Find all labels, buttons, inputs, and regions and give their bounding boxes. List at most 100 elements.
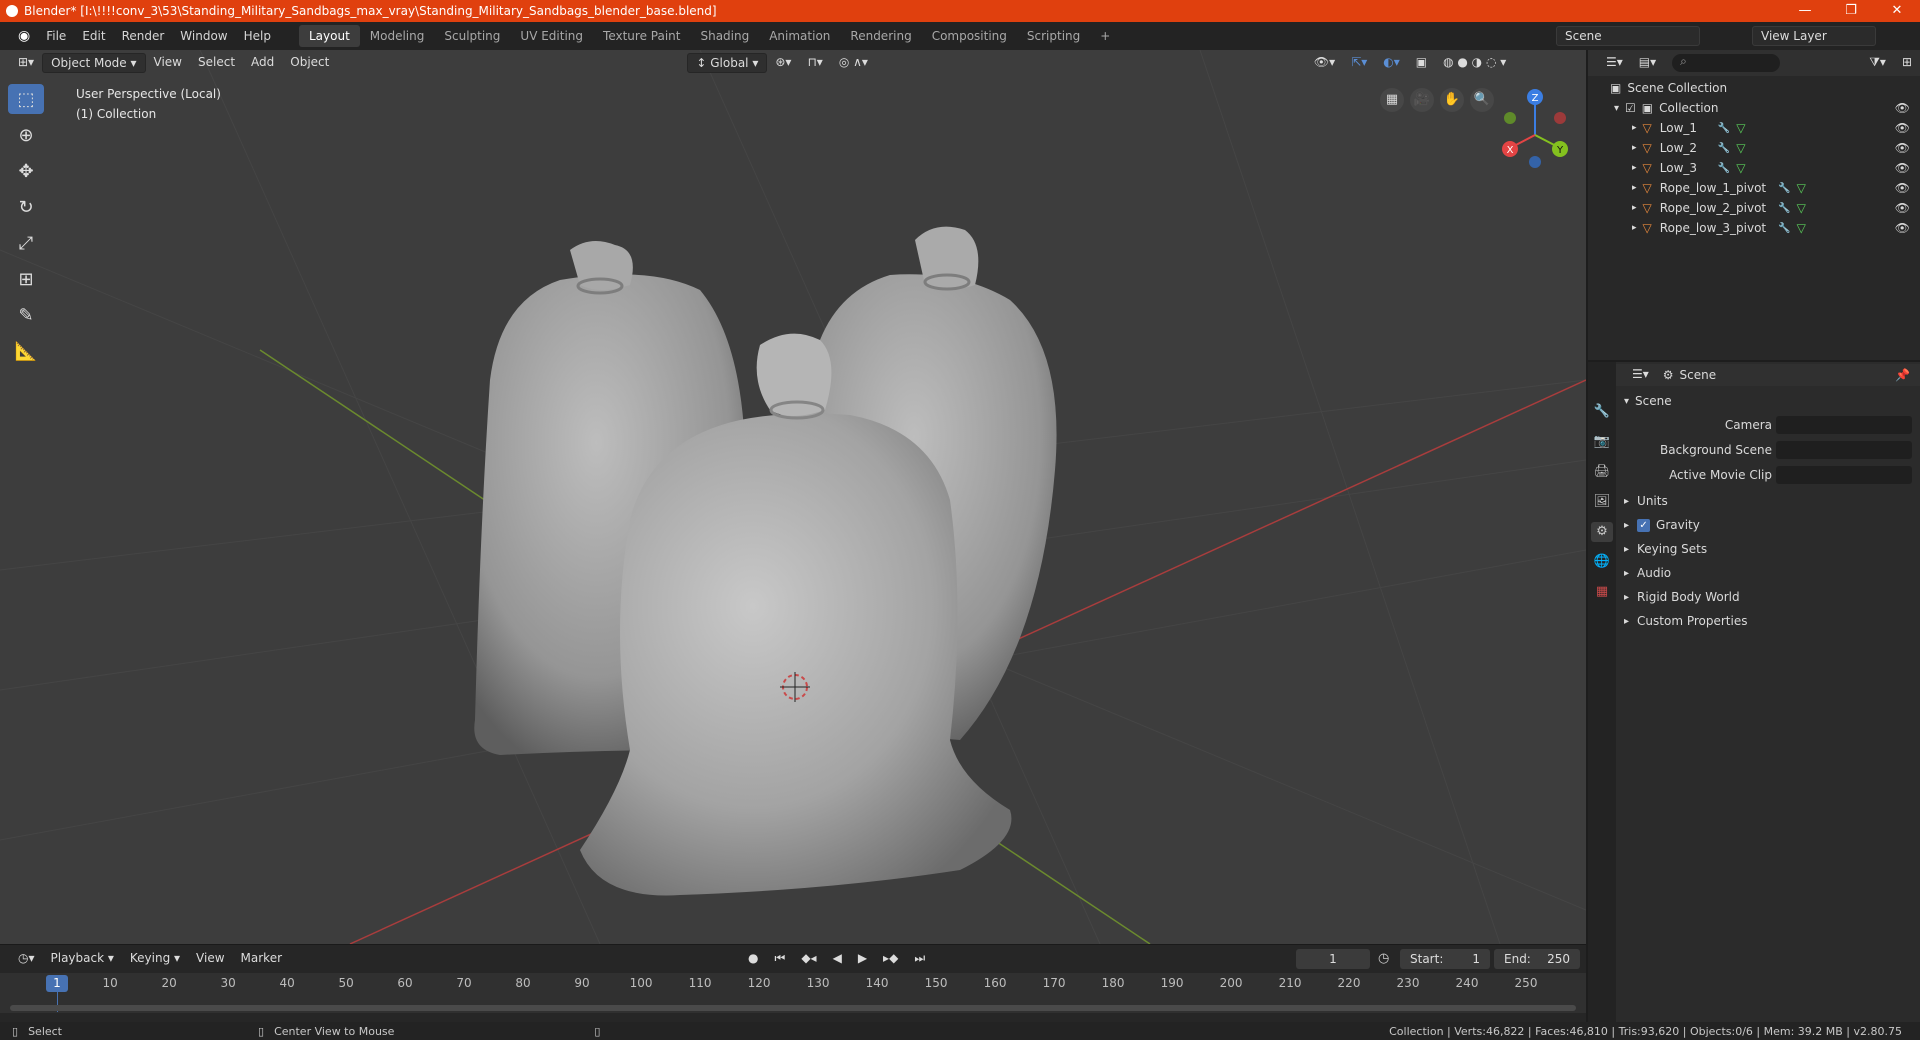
close-button[interactable]: ✕ xyxy=(1874,0,1920,22)
next-keyframe-icon[interactable]: ▸◆ xyxy=(875,949,906,969)
snap-icon[interactable]: ⊓▾ xyxy=(799,53,830,73)
restore-button[interactable]: ❐ xyxy=(1828,0,1874,22)
tab-animation[interactable]: Animation xyxy=(759,25,840,47)
modifier-icon[interactable]: 🔧 xyxy=(1718,123,1730,134)
expand-chevron-icon[interactable]: ▸ xyxy=(1632,163,1637,173)
viewport-menu-select[interactable]: Select xyxy=(190,53,243,73)
mesh-data-icon[interactable]: ▽ xyxy=(1736,141,1745,155)
viewport-menu-view[interactable]: View xyxy=(146,53,190,73)
blender-menu-icon[interactable]: ◉ xyxy=(10,28,38,44)
tab-shading[interactable]: Shading xyxy=(690,25,759,47)
annotate-tool-icon[interactable]: ✎ xyxy=(8,300,44,330)
keying-sets-panel[interactable]: ▸ Keying Sets xyxy=(1616,538,1920,560)
visibility-eye-icon[interactable]: 👁 xyxy=(1895,181,1910,195)
3d-viewport[interactable]: Z Y X ⊞▾ Object Mode ▾ View Select Add O… xyxy=(0,50,1586,944)
output-tab-icon[interactable]: 🖨 xyxy=(1591,462,1613,482)
collection-row[interactable]: ▾ ☑ ▣ Collection 👁 xyxy=(1588,98,1920,118)
expand-chevron-icon[interactable]: ▸ xyxy=(1632,223,1637,233)
move-tool-icon[interactable]: ✥ xyxy=(8,156,44,186)
scale-tool-icon[interactable]: ⤢ xyxy=(8,228,44,258)
menu-file[interactable]: File xyxy=(38,29,74,43)
view-layer-tab-icon[interactable]: 🖼 xyxy=(1591,492,1613,512)
menu-render[interactable]: Render xyxy=(114,29,173,43)
transform-tool-icon[interactable]: ⊞ xyxy=(8,264,44,294)
menu-window[interactable]: Window xyxy=(172,29,235,43)
new-collection-icon[interactable]: ⊞ xyxy=(1894,53,1920,73)
mesh-data-icon[interactable]: ▽ xyxy=(1797,221,1806,235)
timeline-menu-marker[interactable]: Marker xyxy=(233,949,290,969)
shading-modes-icon[interactable]: ◍ ● ◑ ◌ ▾ xyxy=(1435,53,1514,73)
world-tab-icon[interactable]: 🌐 xyxy=(1591,552,1613,572)
tab-modeling[interactable]: Modeling xyxy=(360,25,435,47)
mode-selector[interactable]: Object Mode ▾ xyxy=(42,53,146,73)
visibility-eye-icon[interactable]: 👁 xyxy=(1895,201,1910,215)
rotate-tool-icon[interactable]: ↻ xyxy=(8,192,44,222)
expand-chevron-icon[interactable]: ▸ xyxy=(1632,143,1637,153)
timeline-menu-playback[interactable]: Playback ▾ xyxy=(43,949,122,969)
minimize-button[interactable]: — xyxy=(1782,0,1828,22)
visibility-eye-icon[interactable]: 👁 xyxy=(1895,121,1910,135)
xray-icon[interactable]: ▣ xyxy=(1408,53,1435,73)
pan-view-icon[interactable]: ✋ xyxy=(1440,88,1464,112)
outliner-editor-type-icon[interactable]: ☰▾ xyxy=(1598,53,1631,73)
tab-uv-editing[interactable]: UV Editing xyxy=(510,25,593,47)
pivot-icon[interactable]: ⊛▾ xyxy=(767,53,799,73)
modifier-icon[interactable]: 🔧 xyxy=(1778,183,1790,194)
camera-field[interactable] xyxy=(1776,416,1912,434)
jump-end-icon[interactable]: ⏭ xyxy=(906,949,933,969)
overlay-toggle-icon[interactable]: ◐▾ xyxy=(1375,53,1408,73)
outliner-object-row[interactable]: ▸ ▽ Rope_low_1_pivot 🔧 ▽ 👁 xyxy=(1588,178,1920,198)
editor-type-icon[interactable]: ⊞▾ xyxy=(10,53,42,73)
play-icon[interactable]: ▶ xyxy=(850,949,875,969)
zoom-view-icon[interactable]: 🔍 xyxy=(1470,88,1494,112)
ortho-toggle-icon[interactable]: ▦ xyxy=(1380,88,1404,112)
play-reverse-icon[interactable]: ◀ xyxy=(825,949,850,969)
viewport-menu-object[interactable]: Object xyxy=(282,53,337,73)
scene-collection-row[interactable]: ▣ Scene Collection xyxy=(1588,78,1920,98)
pin-icon[interactable]: 📌 xyxy=(1895,368,1910,382)
measure-tool-icon[interactable]: 📐 xyxy=(8,336,44,366)
proportional-edit-icon[interactable]: ◎ ∧▾ xyxy=(831,53,876,73)
orientation-selector[interactable]: ↕ Global ▾ xyxy=(687,53,768,73)
gravity-checkbox[interactable]: ✓ xyxy=(1637,518,1651,532)
outliner-search-input[interactable]: ⌕ xyxy=(1672,54,1781,72)
gizmo-toggle-icon[interactable]: ⇱▾ xyxy=(1343,53,1375,73)
clock-icon[interactable]: ◷ xyxy=(1378,951,1389,966)
mesh-data-icon[interactable]: ▽ xyxy=(1736,161,1745,175)
scene-panel-header[interactable]: ▾ Scene xyxy=(1616,390,1920,412)
record-icon[interactable]: ● xyxy=(740,949,766,969)
active-movie-clip-field[interactable] xyxy=(1776,466,1912,484)
modifier-icon[interactable]: 🔧 xyxy=(1718,143,1730,154)
prev-keyframe-icon[interactable]: ◆◂ xyxy=(793,949,824,969)
gravity-panel[interactable]: ▸ ✓ Gravity xyxy=(1616,514,1920,536)
viewport-menu-add[interactable]: Add xyxy=(243,53,282,73)
modifier-icon[interactable]: 🔧 xyxy=(1778,223,1790,234)
outliner-object-row[interactable]: ▸ ▽ Low_1 🔧 ▽ 👁 xyxy=(1588,118,1920,138)
visibility-eye-icon[interactable]: 👁 xyxy=(1895,161,1910,175)
mesh-data-icon[interactable]: ▽ xyxy=(1797,181,1806,195)
mesh-data-icon[interactable]: ▽ xyxy=(1797,201,1806,215)
texture-tab-icon[interactable]: ▦ xyxy=(1591,582,1613,602)
audio-panel[interactable]: ▸ Audio xyxy=(1616,562,1920,584)
tab-layout[interactable]: Layout xyxy=(298,25,360,47)
menu-edit[interactable]: Edit xyxy=(74,29,113,43)
camera-view-icon[interactable]: 🎥 xyxy=(1410,88,1434,112)
units-panel[interactable]: ▸ Units xyxy=(1616,490,1920,512)
expand-chevron-icon[interactable]: ▸ xyxy=(1632,203,1637,213)
properties-editor-type-icon[interactable]: ☰▾ xyxy=(1624,365,1657,385)
visibility-eye-icon[interactable]: 👁 xyxy=(1895,221,1910,235)
mesh-data-icon[interactable]: ▽ xyxy=(1736,121,1745,135)
outliner-object-row[interactable]: ▸ ▽ Rope_low_2_pivot 🔧 ▽ 👁 xyxy=(1588,198,1920,218)
scene-tab-icon[interactable]: ⚙ xyxy=(1591,522,1613,542)
expand-chevron-icon[interactable]: ▸ xyxy=(1632,123,1637,133)
modifier-icon[interactable]: 🔧 xyxy=(1718,163,1730,174)
filter-icon[interactable]: ⧩▾ xyxy=(1861,53,1894,73)
end-frame-field[interactable]: End: 250 xyxy=(1494,949,1580,969)
cursor-tool-icon[interactable]: ⊕ xyxy=(8,120,44,150)
add-workspace-button[interactable]: + xyxy=(1090,25,1120,47)
view-layer-selector[interactable]: View Layer xyxy=(1752,26,1876,46)
expand-chevron-icon[interactable]: ▾ xyxy=(1614,103,1619,114)
modifier-icon[interactable]: 🔧 xyxy=(1778,203,1790,214)
scene-selector[interactable]: Scene xyxy=(1556,26,1700,46)
tab-compositing[interactable]: Compositing xyxy=(922,25,1017,47)
